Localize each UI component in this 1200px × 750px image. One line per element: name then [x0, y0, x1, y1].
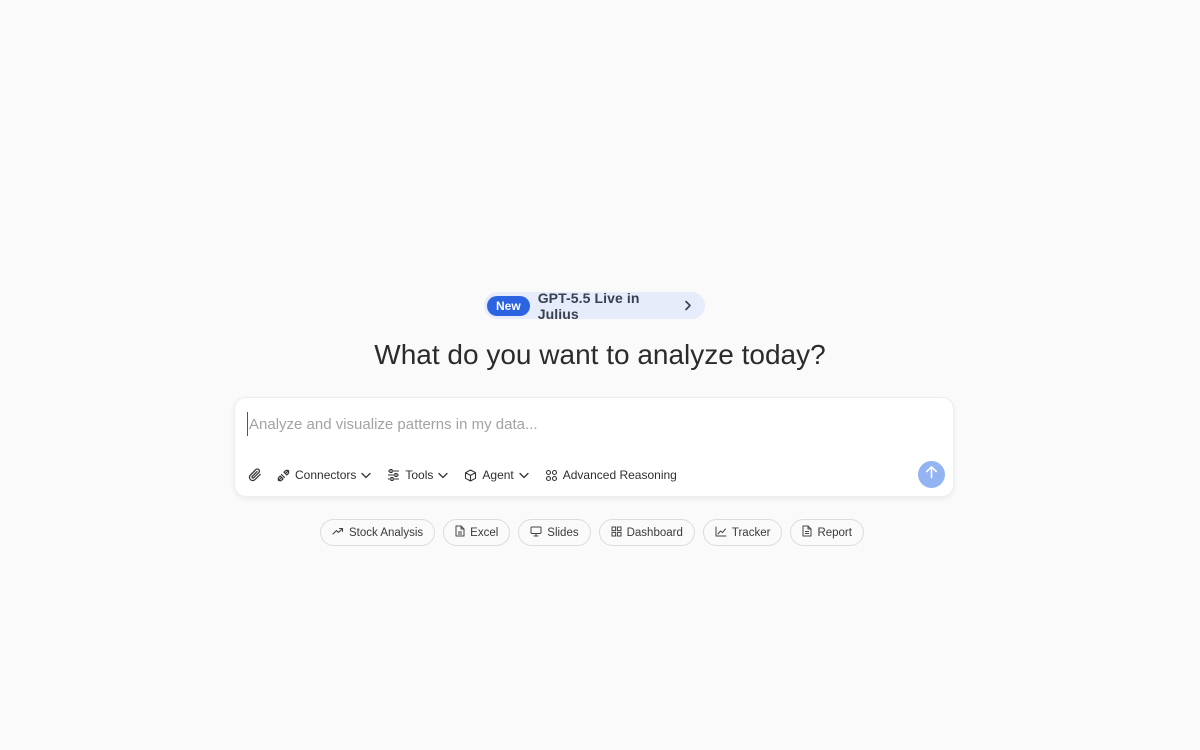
send-button[interactable]: [918, 461, 945, 488]
page: New GPT-5.5 Live in Julius What do you w…: [0, 0, 1200, 750]
trending-up-icon: [332, 526, 344, 539]
composer-toolbar: Connectors Tools Agent Advanced Reasonin…: [247, 464, 693, 486]
sliders-icon: [387, 469, 400, 481]
line-chart-icon: [715, 526, 727, 540]
composer: Connectors Tools Agent: [234, 397, 954, 497]
chip-dashboard[interactable]: Dashboard: [598, 519, 695, 546]
chip-tracker[interactable]: Tracker: [702, 519, 783, 546]
chip-label: Report: [817, 526, 852, 539]
grid-icon: [611, 526, 622, 540]
advanced-reasoning-toggle[interactable]: Advanced Reasoning: [545, 468, 677, 482]
chip-label: Stock Analysis: [349, 526, 424, 539]
chip-label: Dashboard: [626, 526, 683, 539]
presentation-icon: [530, 526, 542, 540]
chip-slides[interactable]: Slides: [518, 519, 591, 546]
paperclip-icon: [247, 467, 263, 483]
chip-excel[interactable]: Excel: [443, 519, 511, 546]
chevron-right-icon: [684, 300, 692, 311]
announcement-pill[interactable]: New GPT-5.5 Live in Julius: [484, 289, 705, 322]
advanced-reasoning-label: Advanced Reasoning: [562, 468, 677, 482]
prompt-input[interactable]: [247, 412, 939, 436]
new-badge: New: [487, 295, 530, 316]
chip-label: Slides: [547, 526, 579, 539]
chip-label: Excel: [470, 526, 499, 539]
chevron-down-icon: [361, 472, 372, 479]
chip-report[interactable]: Report: [790, 519, 864, 546]
tools-button[interactable]: Tools: [387, 468, 449, 482]
agent-button[interactable]: Agent: [464, 468, 529, 482]
suggestion-chips: Stock Analysis Excel Slides Dashboard Tr…: [320, 519, 864, 546]
file-icon: [455, 525, 465, 540]
document-icon: [802, 525, 812, 540]
atom-icon: [545, 469, 558, 482]
chevron-down-icon: [438, 472, 449, 479]
connectors-label: Connectors: [295, 468, 357, 482]
page-title: What do you want to analyze today?: [374, 339, 826, 370]
tools-label: Tools: [405, 468, 434, 482]
agent-label: Agent: [482, 468, 514, 482]
plug-icon: [277, 469, 290, 482]
chevron-down-icon: [519, 472, 529, 479]
chip-label: Tracker: [731, 526, 771, 539]
attach-button[interactable]: [247, 467, 263, 483]
chip-stock-analysis[interactable]: Stock Analysis: [320, 519, 436, 546]
connectors-button[interactable]: Connectors: [277, 468, 372, 482]
announcement-text: GPT-5.5 Live in Julius: [537, 289, 640, 322]
cube-icon: [464, 468, 477, 482]
arrow-up-icon: [925, 465, 938, 484]
